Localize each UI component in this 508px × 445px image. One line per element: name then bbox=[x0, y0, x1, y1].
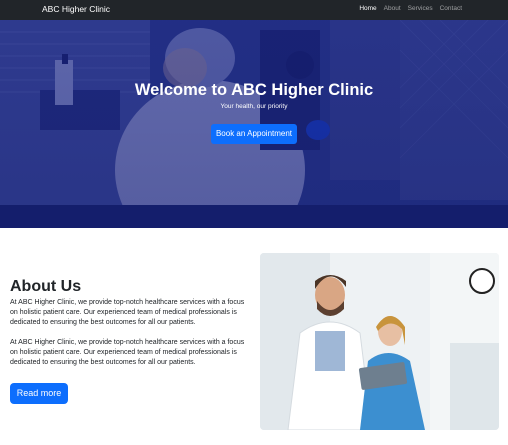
about-paragraph: At ABC Higher Clinic, we provide top-not… bbox=[10, 299, 245, 327]
nav-link-home[interactable]: Home bbox=[359, 5, 376, 12]
navbar: ABC Higher Clinic Home About Services Co… bbox=[0, 0, 508, 20]
nav-link-about[interactable]: About bbox=[384, 5, 401, 12]
nav-link-contact[interactable]: Contact bbox=[440, 5, 462, 12]
hero-section: Welcome to ABC Higher Clinic Your health… bbox=[0, 20, 508, 228]
book-appointment-button[interactable]: Book an Appointment bbox=[211, 124, 297, 144]
hero-subtitle: Your health, our priority bbox=[220, 103, 288, 110]
about-paragraph: At ABC Higher Clinic, we provide top-not… bbox=[10, 339, 245, 367]
read-more-button[interactable]: Read more bbox=[10, 383, 68, 404]
nav-link-services[interactable]: Services bbox=[408, 5, 433, 12]
doctors-photo bbox=[260, 253, 499, 430]
hero-title: Welcome to ABC Higher Clinic bbox=[134, 81, 374, 99]
about-title: About Us bbox=[10, 278, 82, 295]
nav-links: Home About Services Contact bbox=[352, 5, 462, 12]
navbar-brand[interactable]: ABC Higher Clinic bbox=[42, 4, 110, 14]
